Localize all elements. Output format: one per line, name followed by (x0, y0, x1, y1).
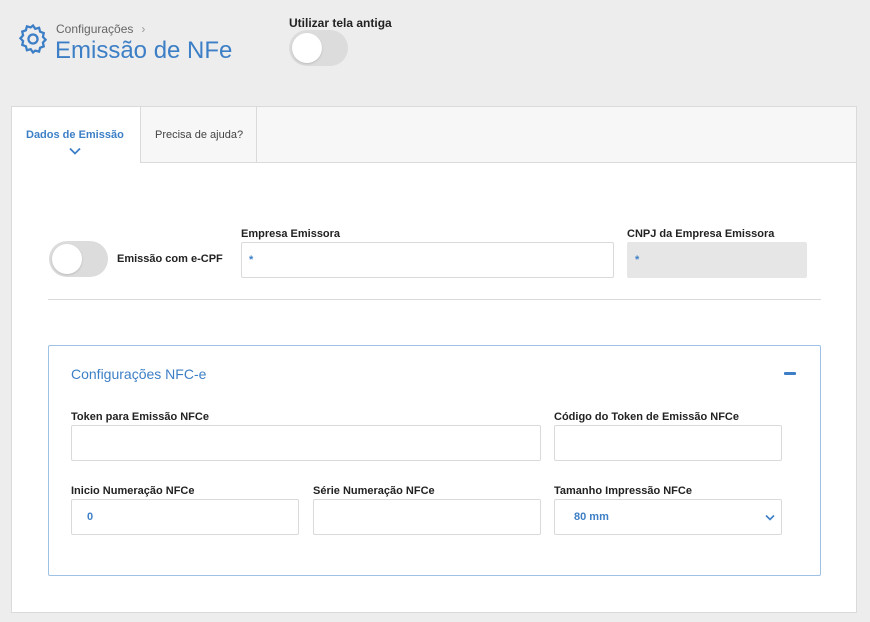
collapse-minus-icon[interactable] (784, 372, 796, 375)
ecpf-label: Emissão com e-CPF (117, 253, 223, 265)
token-code-label: Código do Token de Emissão NFCe (554, 411, 739, 423)
cnpj-input: * (627, 242, 807, 278)
toggle-knob (292, 33, 322, 63)
token-input[interactable] (71, 425, 541, 461)
old-screen-label: Utilizar tela antiga (289, 16, 392, 30)
old-screen-toggle[interactable] (289, 30, 348, 66)
ecpf-toggle[interactable] (49, 241, 108, 277)
chevron-down-icon (765, 514, 775, 521)
token-code-input[interactable] (554, 425, 782, 461)
cnpj-label: CNPJ da Empresa Emissora (627, 228, 775, 240)
print-size-value: 80 mm (574, 511, 609, 523)
company-label: Empresa Emissora (241, 228, 341, 240)
section-divider (48, 299, 821, 300)
tab-help[interactable]: Precisa de ajuda? (140, 107, 257, 163)
print-size-label: Tamanho Impressão NFCe (554, 485, 692, 497)
tab-emission-data[interactable]: Dados de Emissão (12, 107, 140, 164)
breadcrumb-separator: › (141, 22, 146, 36)
series-input[interactable] (313, 499, 541, 535)
start-number-value: 0 (87, 511, 94, 523)
tab-label: Precisa de ajuda? (155, 129, 244, 141)
start-number-label: Inicio Numeração NFCe (71, 485, 195, 497)
company-input[interactable]: * (241, 242, 614, 278)
company-value: * (249, 254, 254, 266)
nfce-panel-title: Configurações NFC-e (71, 366, 207, 382)
cnpj-value: * (635, 254, 640, 266)
gear-icon (18, 23, 48, 55)
toggle-knob (52, 244, 82, 274)
print-size-select[interactable]: 80 mm (554, 499, 782, 535)
page-header: Configurações › Emissão de NFe Utilizar t… (0, 0, 870, 100)
series-label: Série Numeração NFCe (313, 485, 435, 497)
tab-bar: Dados de Emissão Precisa de ajuda? (12, 107, 856, 164)
start-number-input[interactable]: 0 (71, 499, 299, 535)
nfce-panel: Configurações NFC-e Token para Emissão N… (48, 345, 821, 576)
breadcrumb: Configurações › (56, 22, 145, 36)
chevron-down-icon (69, 147, 81, 155)
settings-card: Dados de Emissão Precisa de ajuda? Emiss… (11, 106, 857, 613)
tab-label: Dados de Emissão (26, 129, 124, 141)
breadcrumb-link[interactable]: Configurações (56, 22, 133, 36)
page-title: Emissão de NFe (55, 37, 233, 64)
token-label: Token para Emissão NFCe (71, 411, 209, 423)
